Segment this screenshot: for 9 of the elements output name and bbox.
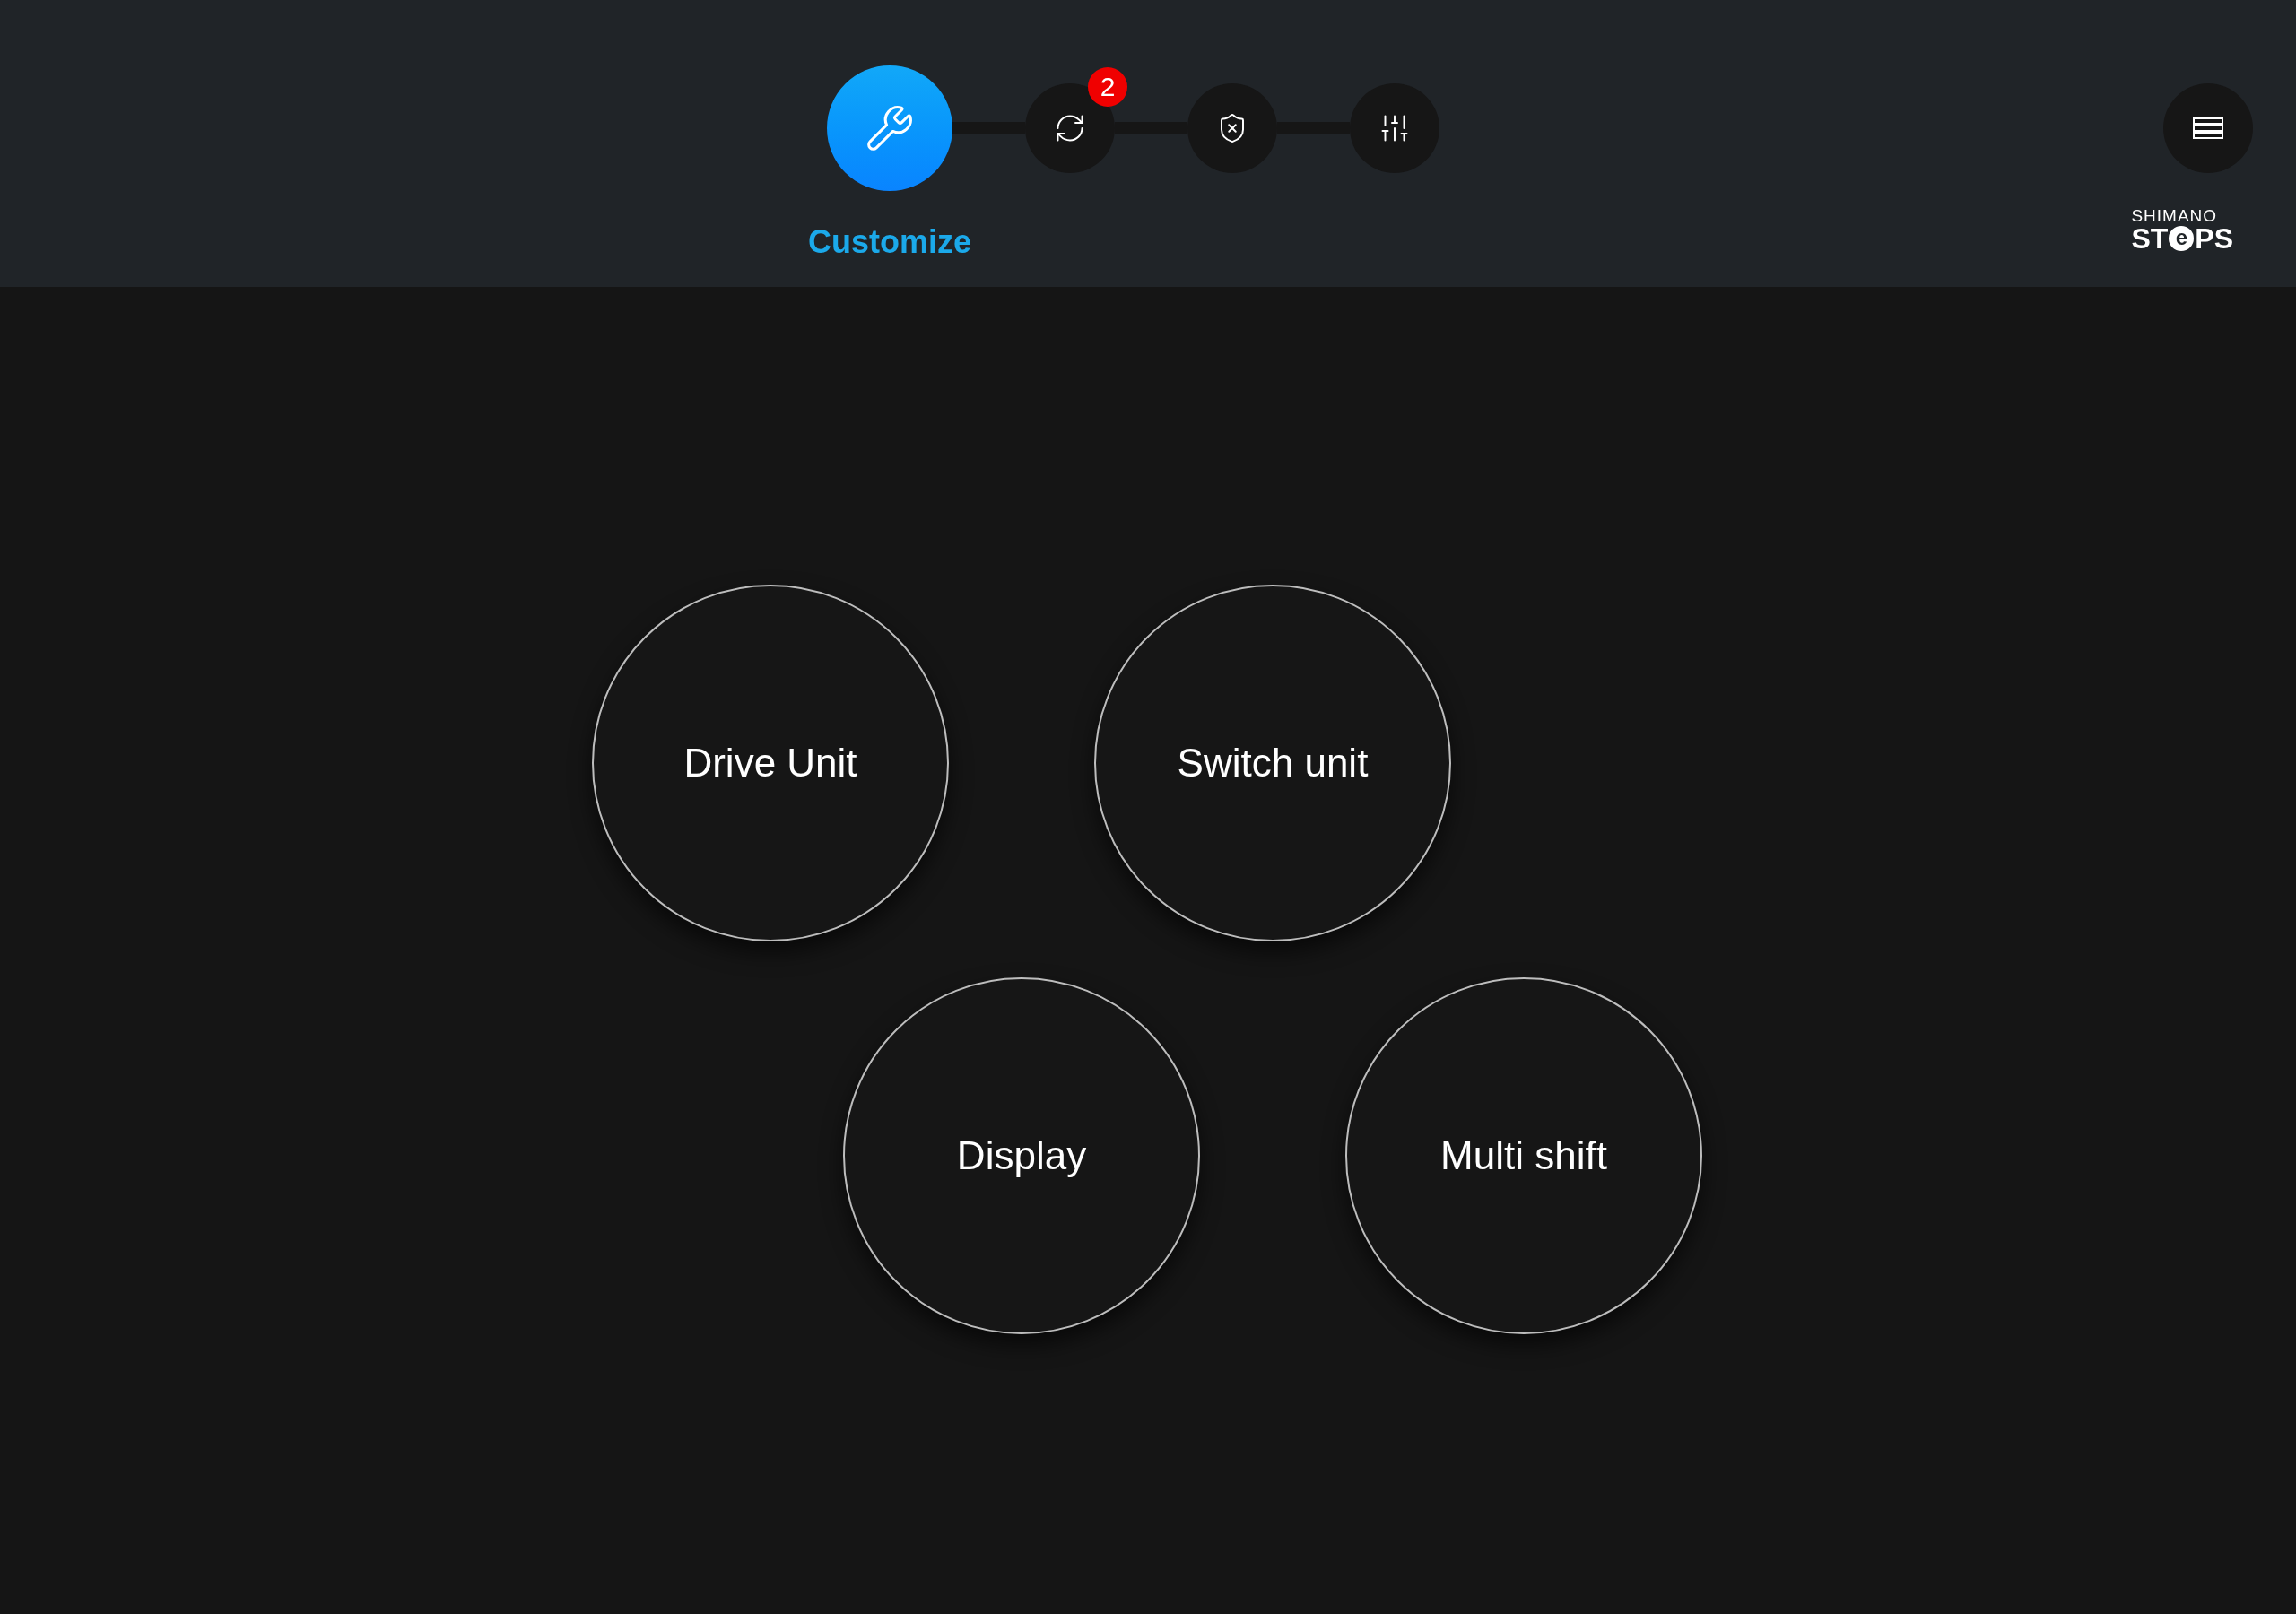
- notification-badge: 2: [1088, 67, 1127, 107]
- menu-icon: [2193, 117, 2223, 139]
- unit-button[interactable]: Multi shift: [1345, 977, 1702, 1334]
- tools-icon: [865, 103, 915, 153]
- unit-button[interactable]: Switch unit: [1094, 585, 1451, 941]
- unit-button[interactable]: Drive Unit: [592, 585, 949, 941]
- step-label: Customize: [808, 222, 971, 262]
- brand-logo: SHIMANO ST e PS: [2131, 207, 2233, 253]
- unit-button[interactable]: Display: [843, 977, 1200, 1334]
